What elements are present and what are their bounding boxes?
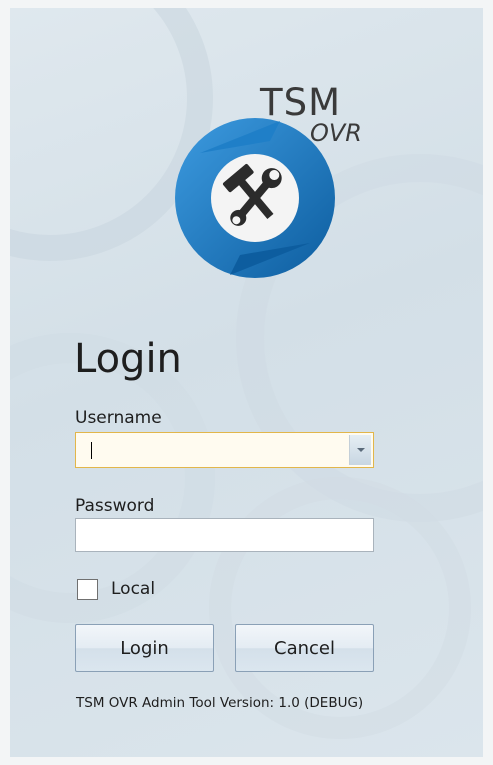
username-dropdown-button[interactable] [349,435,371,465]
brand-main-text: TSM [260,81,342,124]
text-caret [91,442,92,459]
cancel-button[interactable]: Cancel [235,624,374,672]
password-label: Password [75,496,155,516]
local-checkbox[interactable] [77,579,98,600]
password-field[interactable] [75,518,374,552]
login-window: TSM OVR Login Username Password Local Lo… [10,8,483,757]
login-heading: Login [74,336,182,382]
brand-sub-text: OVR [310,119,362,147]
version-text: TSM OVR Admin Tool Version: 1.0 (DEBUG) [76,695,364,711]
login-button[interactable]: Login [75,624,214,672]
chevron-down-icon [357,448,365,452]
username-label: Username [75,408,162,428]
brand-title: TSM OVR [260,81,380,151]
username-input[interactable] [76,433,366,467]
username-combobox[interactable] [75,432,374,468]
password-input[interactable] [76,519,373,551]
local-checkbox-label[interactable]: Local [111,579,155,599]
